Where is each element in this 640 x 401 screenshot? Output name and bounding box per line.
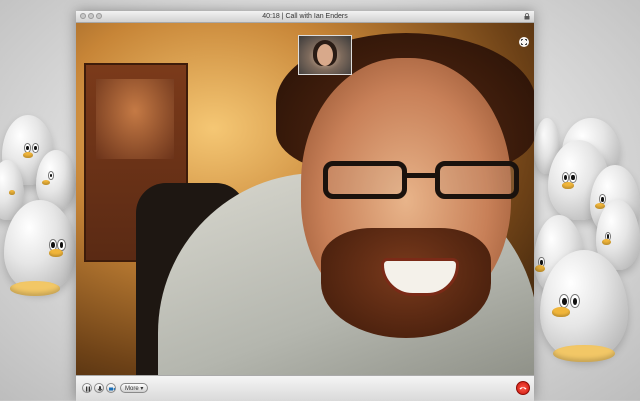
- pause-button[interactable]: [82, 383, 92, 393]
- self-view-video[interactable]: [298, 35, 352, 75]
- remote-video: [76, 23, 534, 375]
- hang-up-button[interactable]: [516, 381, 530, 395]
- title-bar[interactable]: 40:18 | Call with Ian Enders: [76, 11, 534, 23]
- call-window: 40:18 | Call with Ian Enders More ▾: [76, 11, 534, 401]
- lock-icon: [524, 13, 530, 20]
- wallpaper-egg-mascot: [4, 200, 76, 296]
- phone-hangup-icon: [519, 387, 527, 390]
- microphone-icon: [97, 386, 103, 391]
- mute-microphone-button[interactable]: [94, 383, 104, 393]
- pause-icon: [86, 386, 90, 392]
- toggle-video-button[interactable]: [106, 383, 116, 393]
- fullscreen-icon[interactable]: [519, 37, 529, 47]
- window-title: 40:18 | Call with Ian Enders: [262, 13, 348, 20]
- more-button[interactable]: More ▾: [120, 383, 149, 393]
- camera-icon: [109, 387, 115, 391]
- call-toolbar: More ▾: [76, 375, 534, 401]
- wallpaper-egg-mascot: [540, 250, 628, 363]
